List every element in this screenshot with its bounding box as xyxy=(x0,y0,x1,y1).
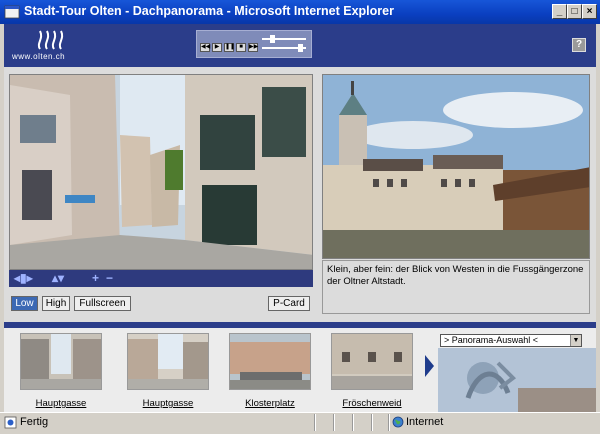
progress-handle[interactable] xyxy=(270,35,275,43)
thumbnail-froeschenweid[interactable] xyxy=(331,333,413,390)
status-separator xyxy=(388,414,390,431)
zoom-out-icon[interactable]: − xyxy=(106,270,113,287)
status-text: Fertig xyxy=(20,416,49,428)
security-zone: Internet xyxy=(406,416,444,428)
pcard-button[interactable]: P-Card xyxy=(268,296,310,311)
pan-left-right-icon[interactable]: ◂▮▸ xyxy=(14,270,33,287)
status-separator xyxy=(333,414,335,431)
status-bar xyxy=(0,412,600,434)
globe-icon xyxy=(392,416,404,428)
help-button[interactable]: ? xyxy=(572,38,586,52)
rewind-button[interactable]: ◀◀ xyxy=(200,43,210,52)
close-button[interactable]: × xyxy=(582,4,597,19)
panorama-viewer[interactable] xyxy=(9,74,313,270)
maximize-button[interactable]: □ xyxy=(567,4,582,19)
old-town-photo-image xyxy=(323,75,589,258)
thumbnail-hauptgasse-1[interactable] xyxy=(20,333,102,390)
volume-handle[interactable] xyxy=(298,44,303,52)
location-photo xyxy=(322,74,590,259)
thumbnail-hauptgasse-2[interactable] xyxy=(127,333,209,390)
tilt-up-down-icon[interactable]: ▴▾ xyxy=(52,270,64,287)
promo-image xyxy=(438,348,596,412)
thumbnail-klosterplatz[interactable] xyxy=(229,333,311,390)
thumbnail-label-4[interactable]: Fröschenweid xyxy=(331,398,413,409)
chevron-down-icon[interactable]: ▼ xyxy=(570,335,581,346)
status-separator xyxy=(352,414,354,431)
panorama-street-image xyxy=(10,75,312,269)
logo-text: www.olten.ch xyxy=(12,52,66,61)
status-separator xyxy=(371,414,373,431)
browser-icon xyxy=(4,5,20,19)
status-separator xyxy=(314,414,316,431)
thumbnail-label-3[interactable]: Klosterplatz xyxy=(229,398,311,409)
fullscreen-button[interactable]: Fullscreen xyxy=(74,296,131,311)
thumbnail-label-1[interactable]: Hauptgasse xyxy=(20,398,102,409)
quality-high-button[interactable]: High xyxy=(42,296,70,311)
panorama-select[interactable]: > Panorama-Auswahl < xyxy=(440,334,582,347)
stop-button[interactable]: ■ xyxy=(236,43,246,52)
progress-track[interactable] xyxy=(262,38,306,40)
logo-waves-icon xyxy=(37,30,64,50)
window-title: Stadt-Tour Olten - Dachpanorama - Micros… xyxy=(24,4,394,18)
zoom-in-icon[interactable]: + xyxy=(92,270,99,287)
next-arrow-icon[interactable] xyxy=(425,355,434,377)
minimize-button[interactable]: _ xyxy=(552,4,567,19)
pause-button[interactable]: ❚❚ xyxy=(224,43,235,52)
thumbnail-label-2[interactable]: Hauptgasse xyxy=(127,398,209,409)
page-icon xyxy=(4,416,17,429)
photo-caption: Klein, aber fein: der Blick von Westen i… xyxy=(322,260,590,314)
forward-button[interactable]: ▶▶ xyxy=(248,43,258,52)
quality-low-button[interactable]: Low xyxy=(11,296,38,311)
play-button[interactable]: ▶ xyxy=(212,43,222,52)
